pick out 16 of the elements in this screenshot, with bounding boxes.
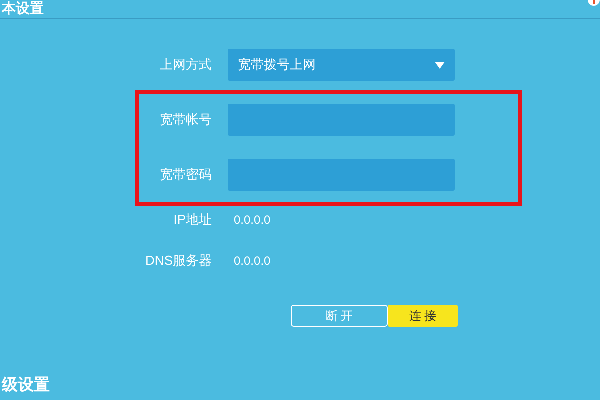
connection-type-dropdown[interactable]: 宽带拨号上网	[228, 49, 455, 81]
input-field[interactable]	[228, 104, 455, 136]
field-value: 0.0.0.0	[233, 212, 271, 229]
caret-icon	[435, 62, 445, 68]
section-title: 级设置	[2, 377, 50, 394]
section-title: 本设置	[2, 0, 44, 16]
field-label: IP地址	[172, 211, 212, 230]
field-value: 0.0.0.0	[233, 253, 271, 270]
input-field[interactable]	[228, 159, 455, 191]
field-label: 宽带密码	[159, 166, 212, 184]
field-label: DNS服务器	[144, 252, 212, 270]
connect-button[interactable]: 连 接	[388, 305, 458, 327]
field-label: 上网方式	[159, 56, 212, 74]
help-icon[interactable]	[588, 0, 600, 8]
field-label: 宽带帐号	[159, 111, 212, 130]
disconnect-button[interactable]: 断 开	[291, 305, 388, 327]
